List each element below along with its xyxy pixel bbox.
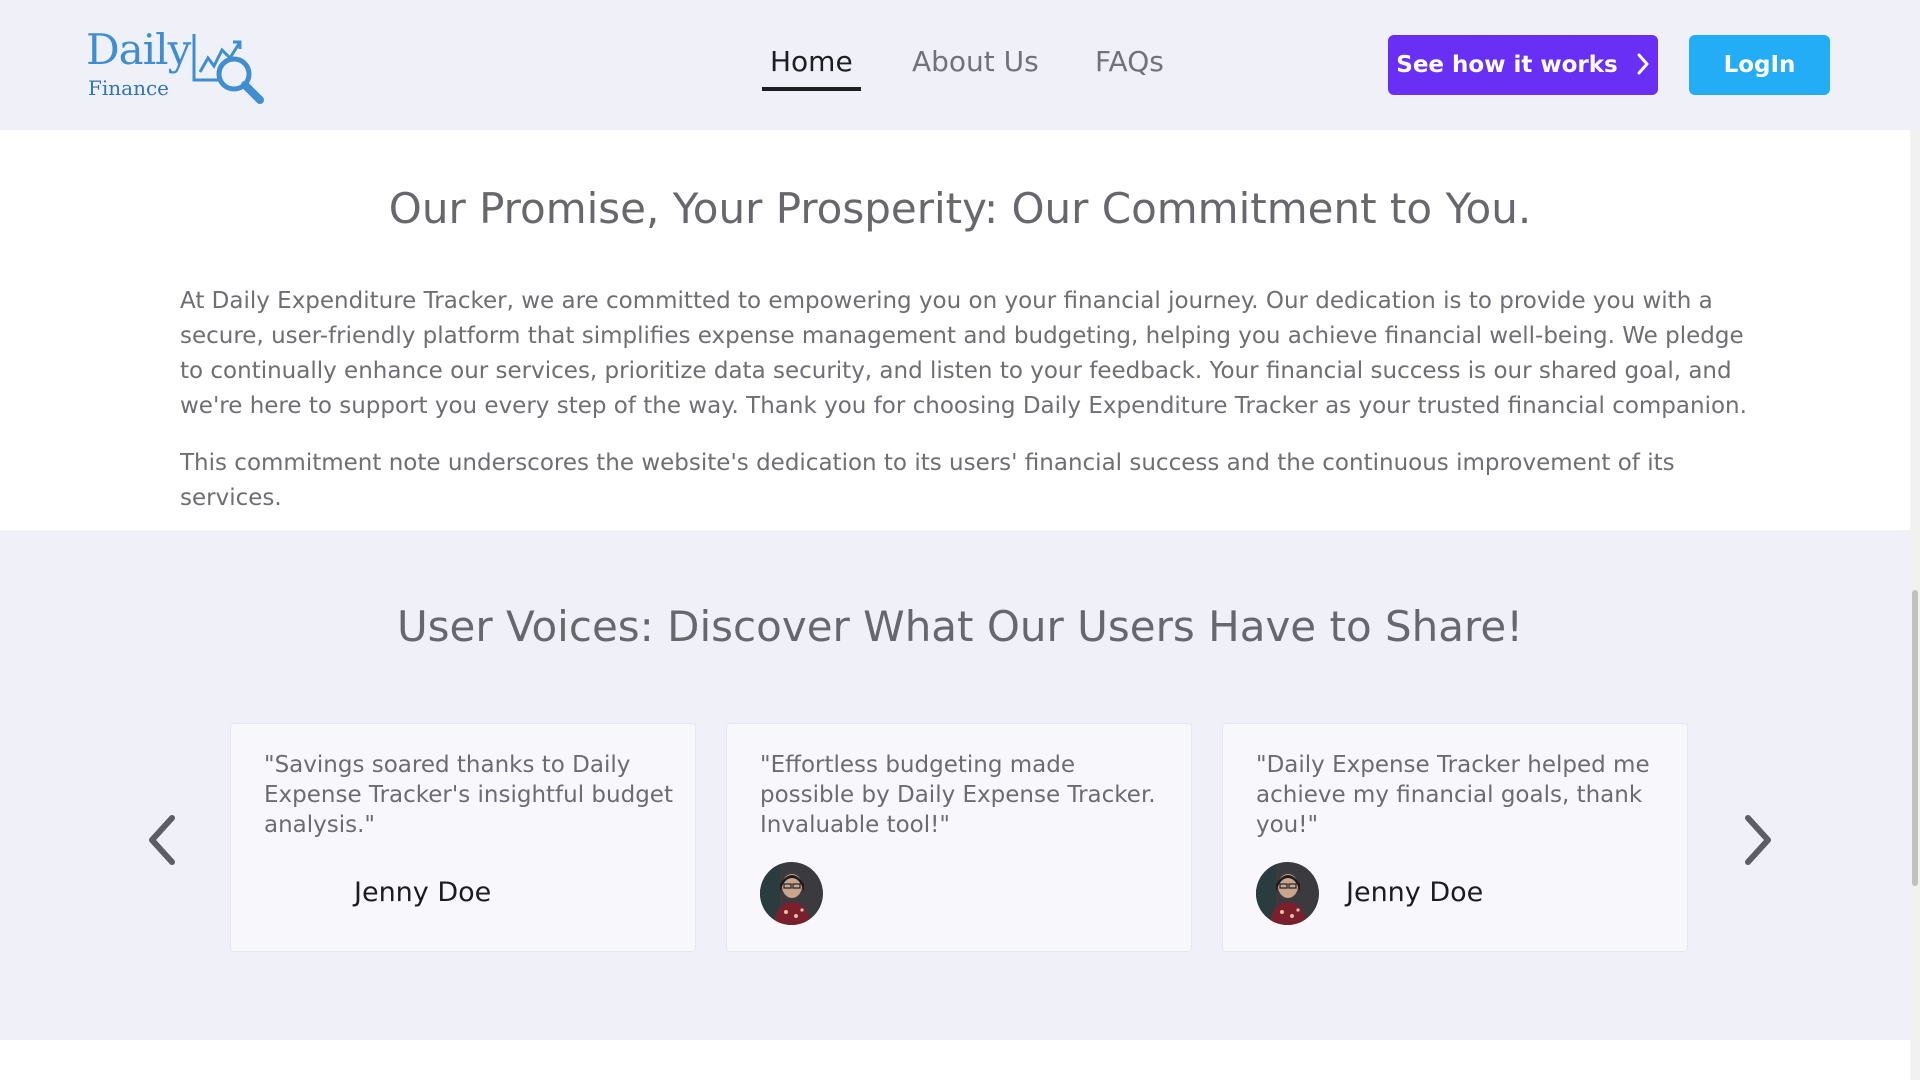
logo-subtitle: Finance xyxy=(88,76,169,100)
nav-faqs-label: FAQs xyxy=(1095,45,1164,78)
promise-title: Our Promise, Your Prosperity: Our Commit… xyxy=(388,184,1532,233)
testimonials-section: User Voices: Discover What Our Users Hav… xyxy=(0,530,1910,1040)
testimonial-quote: "Savings soared thanks to Daily Expense … xyxy=(264,752,673,838)
login-button[interactable]: LogIn xyxy=(1689,35,1830,95)
scrollbar-thumb[interactable] xyxy=(1912,590,1918,886)
see-how-it-works-label: See how it works xyxy=(1396,52,1618,78)
see-how-it-works-button[interactable]: See how it works xyxy=(1388,35,1658,95)
nav-about-us[interactable]: About Us xyxy=(912,44,1039,80)
nav-about-us-label: About Us xyxy=(912,45,1039,78)
site-header: Daily Finance Home About Us FAQs See how… xyxy=(0,0,1920,130)
promise-paragraph: This commitment note underscores the web… xyxy=(180,450,1675,511)
testimonial-author: Jenny Doe xyxy=(354,877,492,908)
testimonial-card[interactable]: "Savings soared thanks to Daily Expense … xyxy=(230,723,696,952)
chevron-left-icon xyxy=(149,815,175,865)
nav-home[interactable]: Home xyxy=(762,44,861,91)
nav-active-underline xyxy=(762,87,861,91)
nav-home-label: Home xyxy=(770,45,853,78)
logo[interactable]: Daily Finance xyxy=(86,26,266,104)
testimonials-title: User Voices: Discover What Our Users Hav… xyxy=(396,602,1524,651)
testimonial-card[interactable]: "Daily Expense Tracker helped me achieve… xyxy=(1222,723,1688,952)
testimonial-card[interactable]: "Effortless budgeting made possible by D… xyxy=(726,723,1192,952)
logo-wordmark: Daily xyxy=(86,25,191,74)
promise-body: At Daily Expenditure Tracker, we are com… xyxy=(180,284,1750,538)
promise-paragraph: At Daily Expenditure Tracker, we are com… xyxy=(180,288,1747,419)
login-label: LogIn xyxy=(1723,52,1796,78)
chart-magnifier-icon xyxy=(192,34,264,104)
testimonial-author: Jenny Doe xyxy=(1346,877,1484,908)
testimonial-quote: "Effortless budgeting made possible by D… xyxy=(760,752,1156,838)
avatar xyxy=(760,862,823,925)
avatar xyxy=(1256,862,1319,925)
testimonial-quote: "Daily Expense Tracker helped me achieve… xyxy=(1256,752,1650,838)
carousel-next-button[interactable] xyxy=(1730,810,1780,870)
nav-faqs[interactable]: FAQs xyxy=(1095,44,1164,80)
chevron-right-icon xyxy=(1637,53,1649,75)
chevron-right-icon xyxy=(1745,815,1771,865)
promise-section: Our Promise, Your Prosperity: Our Commit… xyxy=(0,130,1910,530)
next-section-edge xyxy=(0,1040,1910,1080)
carousel-prev-button[interactable] xyxy=(140,810,190,870)
